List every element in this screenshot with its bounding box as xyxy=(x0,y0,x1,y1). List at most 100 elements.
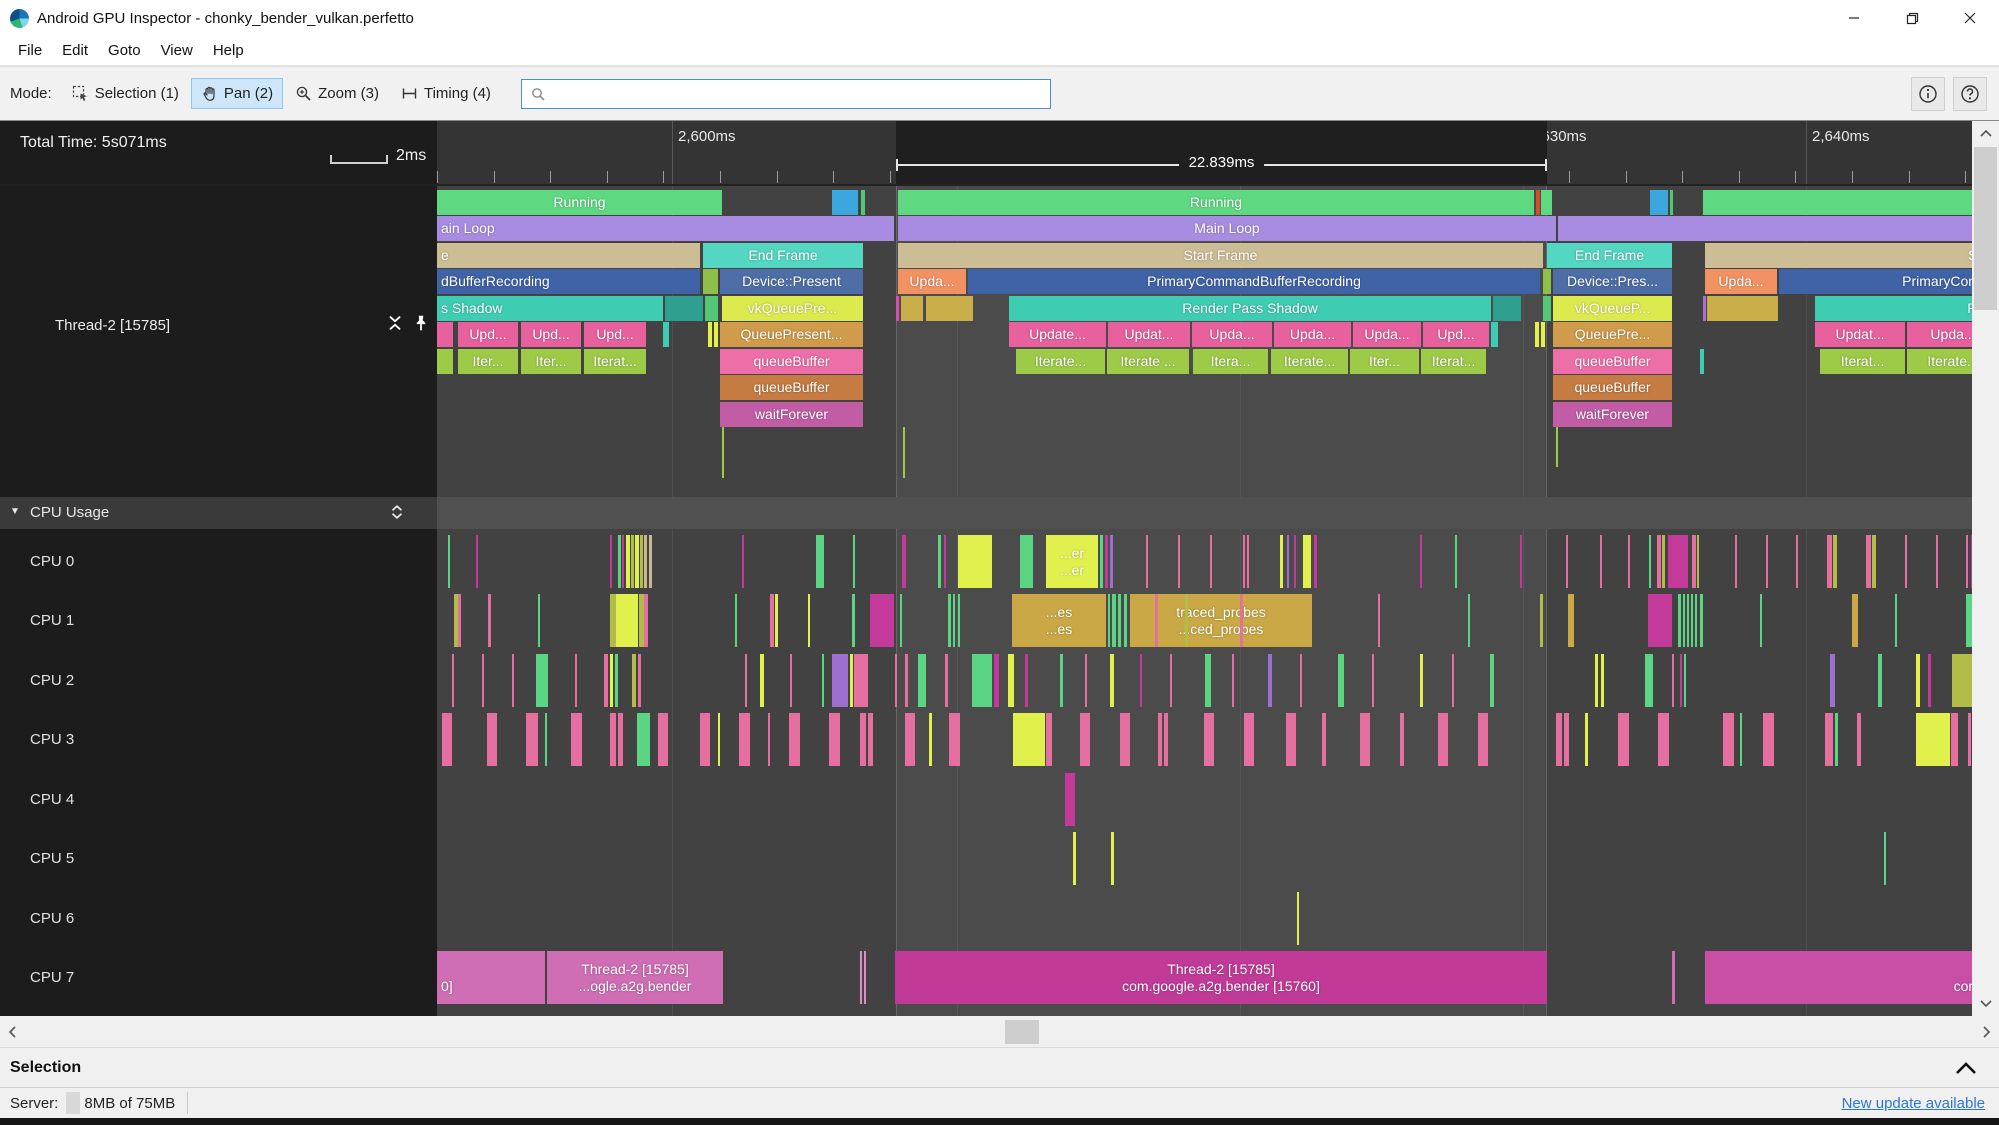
trace-slice[interactable] xyxy=(1707,296,1778,321)
cpu-slice[interactable] xyxy=(1672,951,1675,1004)
mode-timing-button[interactable]: Timing (4) xyxy=(391,78,501,109)
cpu-slice[interactable] xyxy=(1247,535,1249,588)
cpu-slice[interactable] xyxy=(1568,594,1574,647)
cpu-slice[interactable] xyxy=(1420,654,1423,707)
cpu-slice[interactable] xyxy=(1111,832,1114,885)
cpu-slice[interactable] xyxy=(1378,594,1380,647)
cpu-slice[interactable] xyxy=(1695,594,1697,647)
cpu-slice[interactable] xyxy=(994,654,999,707)
cpu-slice[interactable] xyxy=(958,535,992,588)
cpu-slice[interactable] xyxy=(1872,535,1876,588)
cpu-slice[interactable] xyxy=(1649,535,1651,588)
cpu-slice[interactable] xyxy=(1155,594,1158,647)
cpu-slice[interactable] xyxy=(938,535,941,588)
horizontal-scrollbar-thumb[interactable] xyxy=(1005,1020,1039,1044)
cpu-slice[interactable] xyxy=(1438,713,1448,766)
cpu-slice[interactable] xyxy=(972,654,992,707)
cpu-slice[interactable] xyxy=(1478,713,1488,766)
trace-slice[interactable] xyxy=(1535,322,1539,347)
trace-slice[interactable]: e xyxy=(437,243,700,268)
trace-slice[interactable] xyxy=(901,296,923,321)
panel-collapse-chevron-icon[interactable] xyxy=(1955,1061,1977,1075)
cpu-slice[interactable] xyxy=(1916,713,1950,766)
cpu-slice[interactable] xyxy=(1595,654,1598,707)
trace-slice[interactable]: Upda... xyxy=(898,269,966,294)
cpu-slice[interactable] xyxy=(1420,535,1422,588)
mode-zoom-button[interactable]: Zoom (3) xyxy=(285,78,389,109)
cpu-slice[interactable] xyxy=(482,654,484,707)
cpu-slice[interactable] xyxy=(1916,654,1920,707)
trace-slice[interactable] xyxy=(708,322,712,347)
cpu-slice[interactable] xyxy=(1835,713,1838,766)
cpu-slice[interactable] xyxy=(1684,654,1686,707)
cpu-slice[interactable] xyxy=(850,654,853,707)
cpu-slice[interactable] xyxy=(870,594,894,647)
info-button[interactable] xyxy=(1911,76,1945,111)
cpu-slice[interactable] xyxy=(944,535,946,588)
selection-panel-header[interactable]: Selection xyxy=(0,1048,1999,1088)
horizontal-scrollbar[interactable] xyxy=(0,1016,1999,1048)
trace-slice[interactable]: dBufferRecording xyxy=(437,269,700,294)
cpu-slice[interactable] xyxy=(1905,535,1907,588)
cpu-slice[interactable]: ...es ...es xyxy=(1012,594,1106,647)
close-button[interactable] xyxy=(1941,0,1999,36)
cpu-slice[interactable] xyxy=(610,713,616,766)
cpu-usage-section-header[interactable]: ▼ CPU Usage xyxy=(0,497,1972,529)
trace-slice[interactable]: Device::Present xyxy=(720,269,863,294)
cpu-slice[interactable] xyxy=(945,654,948,707)
cpu-slice[interactable] xyxy=(1662,535,1665,588)
trace-slice[interactable]: Running xyxy=(437,190,722,215)
cpu-slice[interactable] xyxy=(1452,654,1454,707)
cpu-slice[interactable] xyxy=(860,713,866,766)
menu-item-help[interactable]: Help xyxy=(203,38,254,63)
cpu-slice[interactable] xyxy=(1884,832,1886,885)
cpu-slice[interactable] xyxy=(1658,713,1669,766)
cpu-slice[interactable] xyxy=(1564,713,1569,766)
cpu-slice[interactable] xyxy=(658,713,668,766)
cpu-slice[interactable] xyxy=(575,654,577,707)
cpu-slice[interactable] xyxy=(1628,535,1630,588)
trace-slice[interactable] xyxy=(1558,216,1972,241)
cpu-slice[interactable] xyxy=(1827,535,1832,588)
cpu-slice[interactable] xyxy=(1185,594,1188,647)
search-input[interactable] xyxy=(545,85,1050,102)
trace-slice[interactable] xyxy=(703,269,718,294)
trace-slice[interactable] xyxy=(1543,296,1551,321)
trace-slice[interactable]: Upd... xyxy=(584,322,646,347)
cpu-slice[interactable] xyxy=(1124,594,1127,647)
cpu-slice[interactable] xyxy=(1691,594,1693,647)
trace-slice[interactable] xyxy=(1703,296,1706,321)
menu-item-edit[interactable]: Edit xyxy=(52,38,98,63)
minimize-button[interactable] xyxy=(1825,0,1883,36)
cpu-slice[interactable] xyxy=(864,951,866,1004)
menu-item-file[interactable]: File xyxy=(8,38,52,63)
cpu-slice[interactable] xyxy=(1766,535,1768,588)
cpu-slice[interactable] xyxy=(718,713,720,766)
cpu-slice[interactable]: ...er ...er xyxy=(1046,535,1098,588)
cpu-slice[interactable] xyxy=(1657,535,1661,588)
cpu-slice[interactable] xyxy=(1618,713,1629,766)
cpu-slice[interactable] xyxy=(1100,535,1103,588)
trace-slice[interactable]: Upda... xyxy=(1274,322,1351,347)
trace-slice[interactable] xyxy=(705,296,718,321)
trace-slice[interactable]: Render Pass Shadow xyxy=(1009,296,1491,321)
cpu-slice[interactable] xyxy=(1294,535,1296,588)
cpu-slice[interactable] xyxy=(770,594,774,647)
cpu-slice[interactable] xyxy=(902,535,906,588)
trace-slice[interactable] xyxy=(1491,322,1498,347)
cpu-slice[interactable] xyxy=(1566,535,1568,588)
cpu-slice[interactable] xyxy=(1372,654,1374,707)
trace-slice[interactable]: queueBuffer xyxy=(1553,375,1672,400)
trace-slice[interactable]: Iterate... xyxy=(1016,349,1105,374)
cpu-slice[interactable] xyxy=(953,594,955,647)
cpu-slice[interactable] xyxy=(1322,713,1326,766)
cpu-slice[interactable] xyxy=(1490,654,1494,707)
trace-slice[interactable]: Upd... xyxy=(521,322,581,347)
cpu-slice[interactable] xyxy=(1556,713,1562,766)
cpu-slice[interactable] xyxy=(895,654,897,707)
pin-track-icon[interactable] xyxy=(412,314,430,332)
cpu-slice[interactable] xyxy=(1540,594,1543,647)
cpu-slice[interactable] xyxy=(571,713,582,766)
cpu-slice[interactable] xyxy=(452,654,454,707)
cpu-slice[interactable] xyxy=(1110,654,1114,707)
